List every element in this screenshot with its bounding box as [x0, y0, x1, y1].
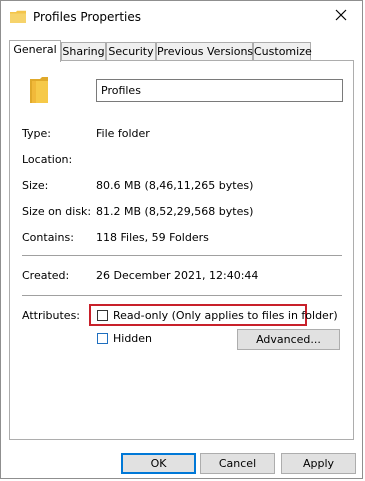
tab-customize[interactable]: Customize: [253, 42, 312, 60]
tab-general[interactable]: General: [9, 40, 61, 62]
properties-window: Profiles Properties General Sharing Secu…: [0, 0, 363, 479]
type-value: File folder: [96, 127, 150, 140]
close-button[interactable]: [320, 1, 362, 31]
ok-button[interactable]: OK: [121, 453, 196, 474]
readonly-checkbox[interactable]: [97, 310, 108, 321]
tab-previous-versions[interactable]: Previous Versions: [156, 42, 253, 60]
created-label: Created:: [22, 269, 70, 282]
size-label: Size:: [22, 179, 49, 192]
tab-security[interactable]: Security: [106, 42, 156, 60]
hidden-checkbox[interactable]: [97, 333, 108, 344]
created-value: 26 December 2021, 12:40:44: [96, 269, 259, 282]
type-label: Type:: [22, 127, 51, 140]
advanced-button[interactable]: Advanced...: [237, 329, 340, 350]
title-bar: Profiles Properties: [1, 1, 362, 33]
folder-name-input[interactable]: [96, 79, 343, 102]
general-tab-panel: Type: File folder Location: Size: 80.6 M…: [9, 60, 354, 440]
size-on-disk-value: 81.2 MB (8,52,29,568 bytes): [96, 205, 254, 218]
divider: [22, 295, 342, 296]
hidden-label[interactable]: Hidden: [113, 332, 152, 345]
size-on-disk-label: Size on disk:: [22, 205, 92, 218]
close-icon: [335, 9, 347, 24]
size-value: 80.6 MB (8,46,11,265 bytes): [96, 179, 254, 192]
folder-icon: [28, 76, 50, 104]
window-title: Profiles Properties: [33, 10, 142, 24]
contains-label: Contains:: [22, 231, 74, 244]
readonly-label[interactable]: Read-only (Only applies to files in fold…: [113, 309, 338, 322]
apply-button[interactable]: Apply: [281, 453, 356, 474]
attributes-label: Attributes:: [22, 309, 81, 322]
divider: [22, 255, 342, 256]
cancel-button[interactable]: Cancel: [200, 453, 275, 474]
location-label: Location:: [22, 153, 73, 166]
contains-value: 118 Files, 59 Folders: [96, 231, 209, 244]
tab-sharing[interactable]: Sharing: [61, 42, 106, 60]
folder-icon: [10, 10, 26, 23]
